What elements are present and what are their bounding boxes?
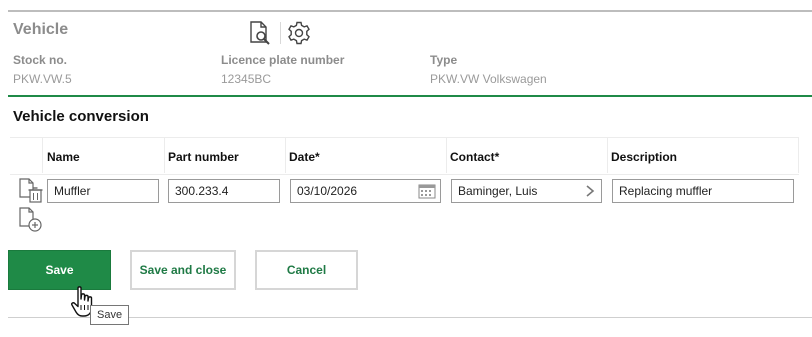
document-delete-icon	[19, 178, 43, 203]
gear-icon	[288, 21, 310, 45]
name-field[interactable]	[54, 184, 152, 198]
save-and-close-button[interactable]: Save and close	[130, 250, 236, 290]
settings-button[interactable]	[285, 19, 313, 47]
column-separator	[285, 137, 286, 173]
document-search-icon	[250, 21, 270, 45]
column-separator	[42, 137, 43, 173]
stock-no-value: PKW.VW.5	[13, 72, 72, 86]
vehicle-title: Vehicle	[13, 21, 69, 38]
add-row-button[interactable]	[18, 207, 44, 238]
calendar-icon	[418, 184, 436, 199]
stock-no-label: Stock no.	[13, 53, 68, 67]
part-number-field-wrapper	[168, 179, 280, 203]
contact-field-wrapper	[451, 179, 602, 203]
name-field-wrapper	[47, 179, 159, 203]
type-label: Type	[430, 53, 458, 67]
description-field[interactable]	[619, 184, 787, 198]
save-tooltip: Save	[90, 305, 130, 325]
column-header-part-number[interactable]: Part number	[168, 150, 239, 164]
section-divider	[8, 95, 812, 97]
column-header-date[interactable]: Date*	[289, 150, 320, 164]
description-field-wrapper	[612, 179, 794, 203]
part-number-field[interactable]	[175, 184, 273, 198]
type-value: PKW.VW Volkswagen	[430, 72, 547, 86]
contact-field[interactable]	[458, 184, 577, 198]
cancel-button[interactable]: Cancel	[255, 250, 358, 290]
grid-header	[10, 137, 799, 175]
column-header-contact[interactable]: Contact*	[450, 150, 499, 164]
contact-select-button[interactable]	[583, 184, 597, 201]
column-separator	[446, 137, 447, 173]
document-search-button[interactable]	[245, 19, 273, 47]
top-divider	[8, 10, 812, 12]
delete-row-button[interactable]	[18, 178, 44, 209]
date-field-wrapper	[290, 179, 441, 203]
save-button[interactable]: Save	[8, 250, 111, 290]
licence-plate-value: 12345BC	[221, 72, 272, 86]
chevron-right-icon	[586, 185, 595, 197]
toolbar-separator	[280, 22, 281, 44]
licence-plate-label: Licence plate number	[221, 53, 345, 67]
column-separator	[607, 137, 608, 173]
column-header-name[interactable]: Name	[47, 150, 80, 164]
date-field[interactable]	[297, 184, 412, 198]
column-separator	[798, 137, 799, 173]
document-add-icon	[19, 207, 42, 232]
date-picker-button[interactable]	[418, 183, 436, 202]
column-header-description[interactable]: Description	[611, 150, 677, 164]
section-title: Vehicle conversion	[13, 108, 149, 125]
column-separator	[164, 137, 165, 173]
